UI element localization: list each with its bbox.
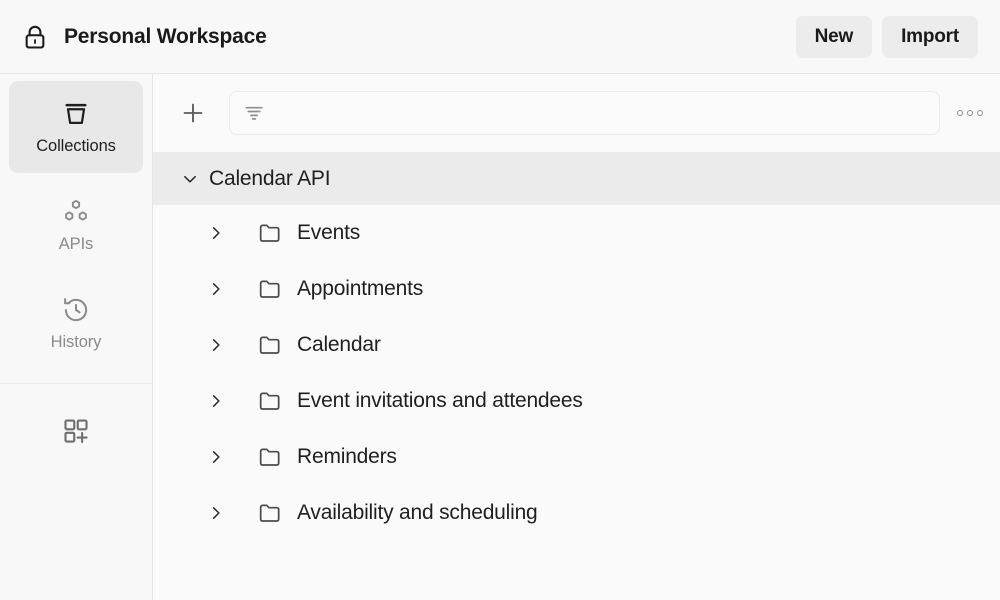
sidebar-item-collections[interactable]: Collections (9, 81, 143, 173)
workspace-window: Personal Workspace New Import Collection… (0, 0, 1000, 600)
add-collection-button[interactable] (171, 91, 215, 135)
body-row: Collections APIs History Calendar API Ev… (0, 74, 1000, 600)
tree-row[interactable]: Calendar (153, 317, 1000, 373)
tree-row[interactable]: Appointments (153, 261, 1000, 317)
sidebar-item-label: Collections (36, 137, 116, 156)
tree-row-label: Appointments (297, 277, 424, 300)
chevron-right-icon[interactable] (197, 279, 235, 299)
chevron-right-icon[interactable] (197, 447, 235, 467)
tree-row[interactable]: Event invitations and attendees (153, 373, 1000, 429)
chevron-right-icon[interactable] (197, 223, 235, 243)
collections-tree: Calendar API Events Appointments Calenda… (153, 152, 1000, 600)
lock-icon (25, 25, 45, 49)
new-button[interactable]: New (795, 15, 873, 58)
sidebar-item-label: APIs (58, 235, 94, 254)
app-header: Personal Workspace New Import (0, 0, 1000, 74)
tree-row-label: Calendar (297, 333, 381, 356)
sidebar: Collections APIs History (0, 74, 153, 600)
more-options-icon (966, 109, 974, 117)
sidebar-item-label: History (50, 333, 102, 352)
tree-root-calendar-api[interactable]: Calendar API (153, 152, 1000, 205)
history-clock-icon (64, 298, 88, 322)
chevron-right-icon[interactable] (197, 335, 235, 355)
more-options-icon (976, 109, 984, 117)
search-input[interactable] (275, 104, 926, 122)
header-actions: New Import (795, 15, 978, 58)
chevron-right-icon[interactable] (197, 503, 235, 523)
apis-hexagons-icon (65, 200, 87, 221)
tree-row-label: Reminders (297, 445, 397, 468)
tree-row-label: Events (297, 221, 360, 244)
sidebar-item-history[interactable]: History (9, 277, 143, 369)
add-module-grid-plus-icon (64, 419, 88, 444)
folder-icon (259, 504, 280, 522)
tree-row[interactable]: Availability and scheduling (153, 485, 1000, 541)
folder-icon (259, 336, 280, 354)
folder-icon (259, 224, 280, 242)
sidebar-item-apis[interactable]: APIs (9, 179, 143, 271)
import-button[interactable]: Import (882, 15, 978, 58)
folder-icon (259, 392, 280, 410)
chevron-right-icon[interactable] (197, 391, 235, 411)
tree-row-label: Event invitations and attendees (297, 389, 583, 412)
main-panel: Calendar API Events Appointments Calenda… (153, 74, 1000, 600)
folder-icon (259, 280, 280, 298)
tree-row-label: Availability and scheduling (297, 501, 538, 524)
tree-row[interactable]: Events (153, 205, 1000, 261)
folder-icon (259, 448, 280, 466)
add-module-button[interactable] (0, 384, 152, 478)
more-options-button[interactable] (940, 91, 1000, 135)
chevron-down-icon[interactable] (171, 169, 209, 189)
tree-row[interactable]: Reminders (153, 429, 1000, 485)
collections-toolbar (153, 74, 1000, 152)
filter-icon (245, 106, 263, 120)
plus-icon (183, 103, 203, 123)
collections-basket-icon (65, 104, 87, 125)
filter-box[interactable] (229, 91, 940, 135)
tree-root-label: Calendar API (209, 166, 331, 190)
more-options-icon (956, 109, 964, 117)
page-title: Personal Workspace (64, 24, 267, 48)
